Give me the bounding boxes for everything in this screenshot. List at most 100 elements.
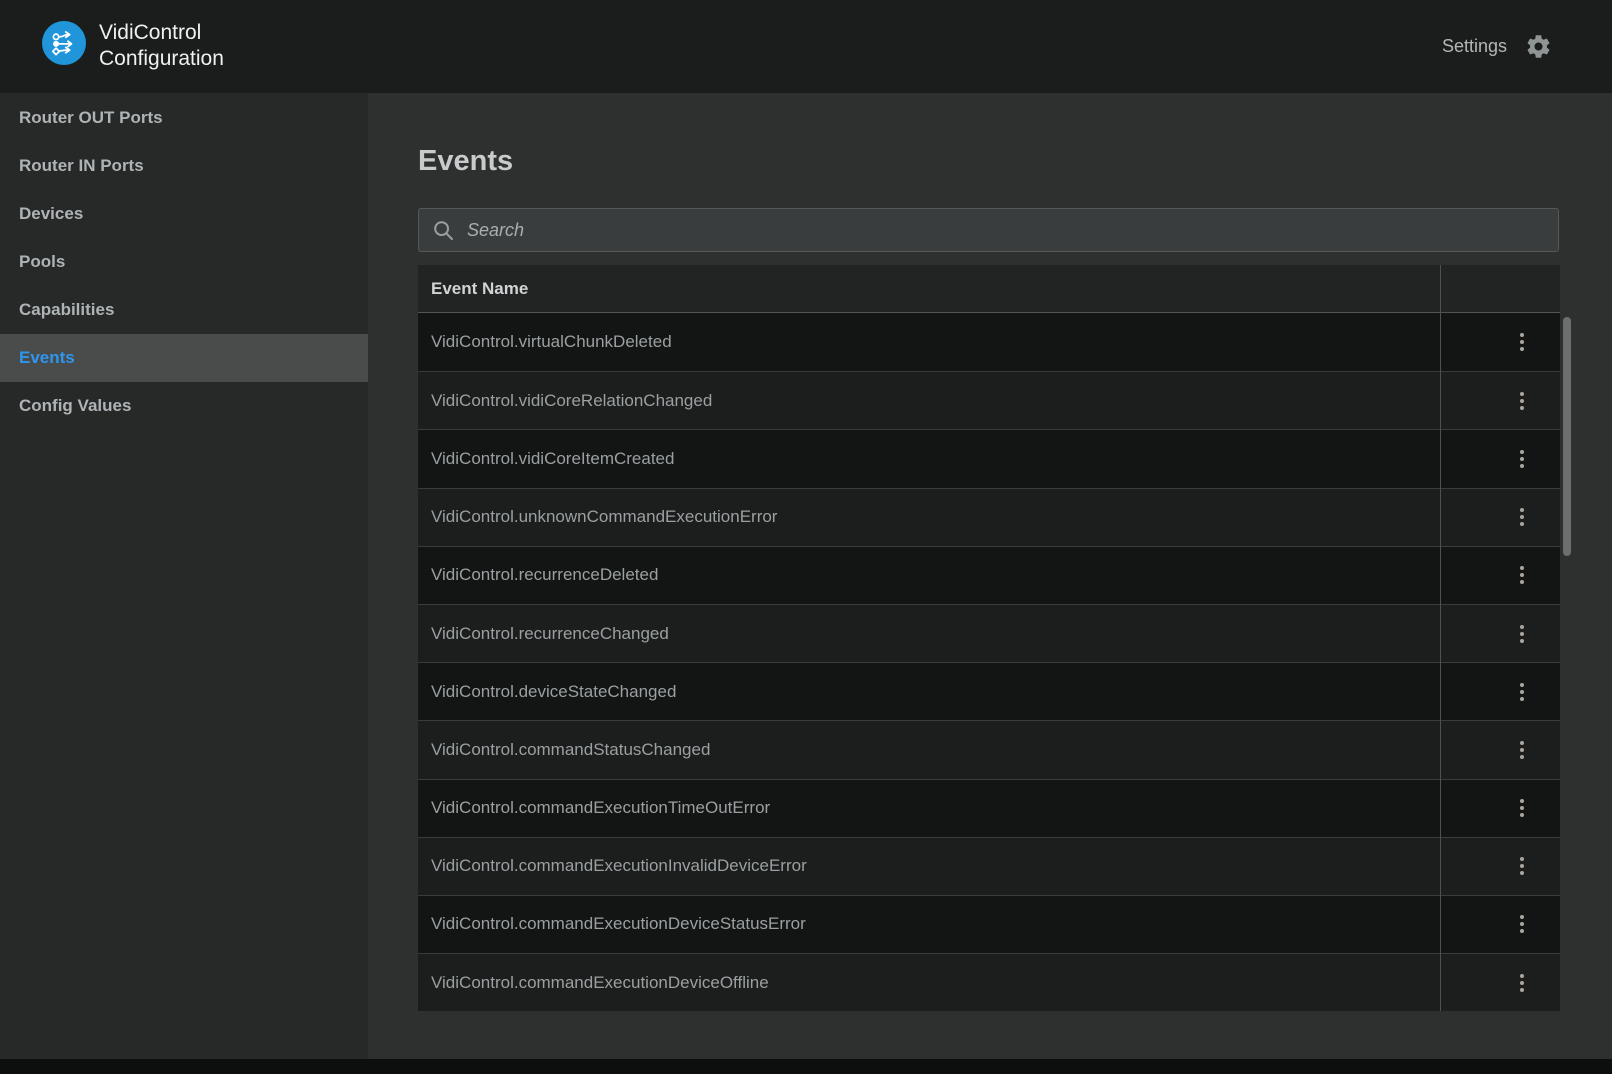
event-name-cell: VidiControl.commandExecutionDeviceStatus… [431,914,806,934]
settings-link[interactable]: Settings [1442,36,1507,57]
column-divider [1440,265,1441,1011]
sidebar-item-label: Router IN Ports [19,156,144,176]
kebab-menu-button[interactable] [1508,909,1536,939]
table-row: VidiControl.virtualChunkDeleted [418,313,1560,371]
sidebar-item-label: Router OUT Ports [19,108,163,128]
kebab-dot [1520,683,1524,687]
event-name-cell: VidiControl.commandExecutionTimeOutError [431,798,770,818]
kebab-dot [1520,755,1524,759]
kebab-dot [1520,508,1524,512]
kebab-dot [1520,857,1524,861]
gear-icon[interactable] [1525,33,1552,60]
sidebar-item-events[interactable]: Events [0,334,368,382]
table-row: VidiControl.commandExecutionInvalidDevic… [418,837,1560,895]
kebab-dot [1520,580,1524,584]
kebab-menu-button[interactable] [1508,619,1536,649]
table-row: VidiControl.commandExecutionDeviceOfflin… [418,953,1560,1011]
kebab-dot [1520,748,1524,752]
sidebar-nav: Router OUT Ports Router IN Ports Devices… [0,93,368,430]
kebab-dot [1520,697,1524,701]
table-row: VidiControl.vidiCoreRelationChanged [418,371,1560,429]
kebab-dot [1520,399,1524,403]
kebab-dot [1520,573,1524,577]
kebab-dot [1520,457,1524,461]
kebab-dot [1520,625,1524,629]
page-title: Events [418,145,513,178]
sidebar-item-label: Config Values [19,396,131,416]
sidebar-item-devices[interactable]: Devices [0,190,368,238]
column-header-event-name: Event Name [431,279,528,299]
kebab-menu-button[interactable] [1508,735,1536,765]
kebab-dot [1520,806,1524,810]
kebab-dot [1520,522,1524,526]
kebab-dot [1520,392,1524,396]
event-name-cell: VidiControl.commandExecutionDeviceOfflin… [431,973,769,993]
kebab-menu-button[interactable] [1508,502,1536,532]
kebab-menu-button[interactable] [1508,327,1536,357]
kebab-dot [1520,333,1524,337]
app-title-line2: Configuration [99,46,224,72]
kebab-dot [1520,632,1524,636]
kebab-dot [1520,915,1524,919]
event-name-cell: VidiControl.virtualChunkDeleted [431,332,672,352]
table-row: VidiControl.commandStatusChanged [418,720,1560,778]
kebab-dot [1520,981,1524,985]
kebab-dot [1520,690,1524,694]
kebab-dot [1520,974,1524,978]
search-input[interactable] [467,220,1544,241]
kebab-dot [1520,340,1524,344]
kebab-menu-button[interactable] [1508,386,1536,416]
sidebar-item-router-in-ports[interactable]: Router IN Ports [0,142,368,190]
table-body: VidiControl.virtualChunkDeleted VidiCont… [418,313,1560,1011]
sidebar-item-label: Pools [19,252,65,272]
sidebar-item-label: Capabilities [19,300,114,320]
kebab-menu-button[interactable] [1508,968,1536,998]
sidebar-item-config-values[interactable]: Config Values [0,382,368,430]
main-content: Events Event Name VidiControl.virtualChu… [368,93,1612,1059]
kebab-dot [1520,515,1524,519]
kebab-dot [1520,813,1524,817]
sidebar-item-label: Events [19,348,75,368]
flow-routing-icon [49,28,79,58]
kebab-dot [1520,464,1524,468]
event-name-cell: VidiControl.deviceStateChanged [431,682,676,702]
sidebar-item-label: Devices [19,204,83,224]
header-actions: Settings [1442,0,1552,93]
kebab-menu-button[interactable] [1508,444,1536,474]
sidebar-item-capabilities[interactable]: Capabilities [0,286,368,334]
kebab-menu-button[interactable] [1508,851,1536,881]
kebab-dot [1520,406,1524,410]
scrollbar-thumb[interactable] [1563,317,1571,556]
table-row: VidiControl.recurrenceChanged [418,604,1560,662]
app-header: VidiControl Configuration Settings [0,0,1612,93]
event-name-cell: VidiControl.commandExecutionInvalidDevic… [431,856,807,876]
table-header: Event Name [418,265,1560,313]
table-row: VidiControl.recurrenceDeleted [418,546,1560,604]
kebab-menu-button[interactable] [1508,677,1536,707]
kebab-dot [1520,639,1524,643]
table-row: VidiControl.commandExecutionDeviceStatus… [418,895,1560,953]
kebab-dot [1520,988,1524,992]
kebab-dot [1520,450,1524,454]
kebab-dot [1520,347,1524,351]
table-row: VidiControl.unknownCommandExecutionError [418,488,1560,546]
kebab-dot [1520,566,1524,570]
event-name-cell: VidiControl.recurrenceDeleted [431,565,658,585]
sidebar: Router OUT Ports Router IN Ports Devices… [0,93,368,1059]
events-table: Event Name VidiControl.virtualChunkDelet… [418,265,1560,1011]
search-icon [433,220,454,241]
event-name-cell: VidiControl.commandStatusChanged [431,740,710,760]
kebab-menu-button[interactable] [1508,560,1536,590]
table-row: VidiControl.vidiCoreItemCreated [418,429,1560,487]
kebab-dot [1520,929,1524,933]
event-name-cell: VidiControl.vidiCoreItemCreated [431,449,674,469]
kebab-menu-button[interactable] [1508,793,1536,823]
kebab-dot [1520,871,1524,875]
kebab-dot [1520,864,1524,868]
sidebar-item-router-out-ports[interactable]: Router OUT Ports [0,94,368,142]
event-name-cell: VidiControl.vidiCoreRelationChanged [431,391,712,411]
search-box [418,208,1559,252]
sidebar-item-pools[interactable]: Pools [0,238,368,286]
kebab-dot [1520,799,1524,803]
event-name-cell: VidiControl.recurrenceChanged [431,624,669,644]
